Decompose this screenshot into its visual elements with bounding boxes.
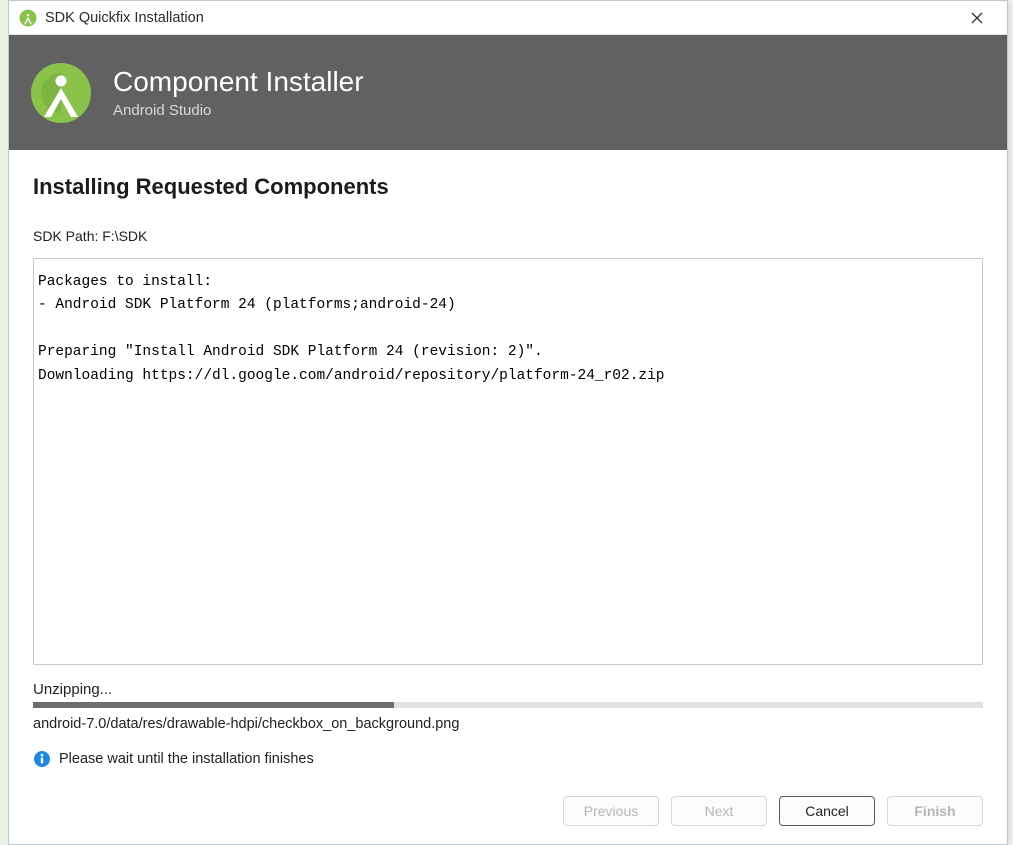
section-title: Installing Requested Components (33, 174, 983, 200)
info-icon (33, 750, 51, 768)
android-studio-logo-icon (29, 61, 93, 125)
sdk-path-label: SDK Path: F:\SDK (33, 228, 983, 244)
progress-status: Unzipping... (33, 681, 983, 698)
install-log: Packages to install: - Android SDK Platf… (33, 258, 983, 665)
cancel-button[interactable]: Cancel (779, 796, 875, 826)
close-button[interactable] (957, 3, 997, 33)
next-button: Next (671, 796, 767, 826)
banner: Component Installer Android Studio (9, 35, 1007, 150)
progress-bar (33, 702, 983, 708)
progress-section: Unzipping... android-7.0/data/res/drawab… (33, 681, 983, 768)
wait-message-row: Please wait until the installation finis… (33, 750, 983, 768)
dialog-window: SDK Quickfix Installation Component Inst… (8, 0, 1008, 845)
wait-message: Please wait until the installation finis… (59, 751, 314, 767)
background-sliver (0, 0, 8, 845)
android-studio-icon (19, 9, 37, 27)
footer-buttons: Previous Next Cancel Finish (9, 778, 1007, 844)
finish-button: Finish (887, 796, 983, 826)
previous-button: Previous (563, 796, 659, 826)
progress-fill (33, 702, 394, 708)
banner-heading: Component Installer (113, 66, 364, 98)
banner-subheading: Android Studio (113, 102, 364, 119)
titlebar: SDK Quickfix Installation (9, 1, 1007, 35)
window-title: SDK Quickfix Installation (45, 10, 957, 26)
progress-current-file: android-7.0/data/res/drawable-hdpi/check… (33, 716, 983, 732)
content-area: Installing Requested Components SDK Path… (9, 150, 1007, 778)
banner-text: Component Installer Android Studio (113, 66, 364, 119)
